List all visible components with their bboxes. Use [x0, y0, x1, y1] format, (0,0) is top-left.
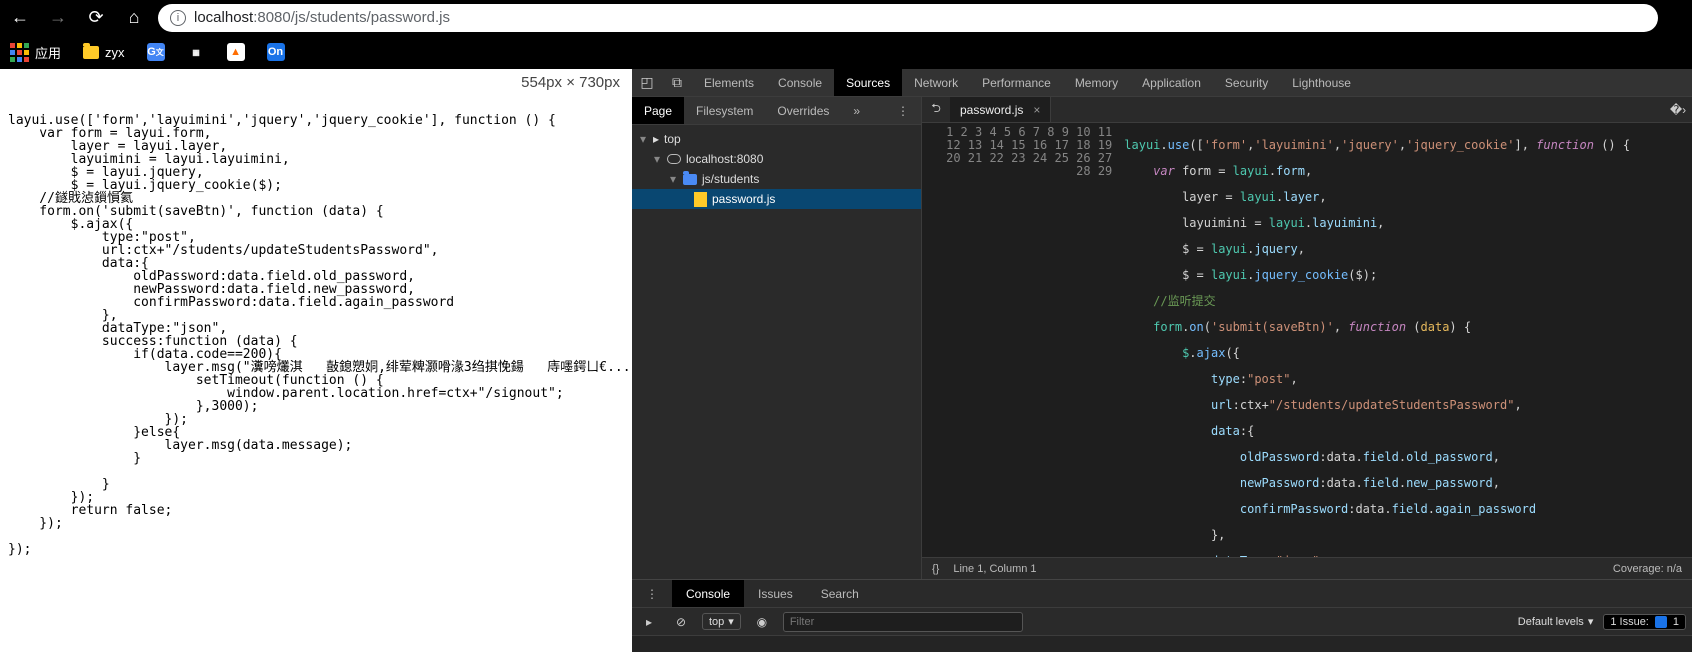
bookmarks-bar: 应用 zyx G文 ▦ ▲ On — [0, 35, 1692, 69]
issues-count: 1 — [1673, 616, 1679, 628]
apps-button[interactable]: 应用 — [10, 43, 61, 62]
devtools-tabs: ◰ ⧉ Elements Console Sources Network Per… — [632, 69, 1692, 97]
editor-tabs: ⮌ password.js × �› — [922, 97, 1692, 123]
navtab-page[interactable]: Page — [632, 97, 684, 124]
pretty-print-icon[interactable]: {} — [932, 563, 939, 575]
reload-button[interactable]: ⟳ — [82, 4, 110, 32]
editor-status-bar: {} Line 1, Column 1 Coverage: n/a — [922, 557, 1692, 579]
forward-button[interactable]: → — [44, 4, 72, 32]
js-file-icon — [694, 192, 707, 207]
live-expression-icon[interactable]: ◉ — [751, 611, 773, 633]
console-body[interactable] — [632, 636, 1692, 652]
apps-icon — [10, 43, 29, 62]
drawer-tab-search[interactable]: Search — [807, 580, 873, 607]
log-levels-selector[interactable]: Default levels▾ — [1518, 615, 1594, 628]
file-tree: ▾▸top ▾localhost:8080 ▾js/students passw… — [632, 125, 921, 579]
close-icon[interactable]: × — [1033, 103, 1040, 117]
url-text: localhost:8080/js/students/password.js — [194, 9, 450, 26]
sources-body: Page Filesystem Overrides » ⋮ ▾▸top ▾loc… — [632, 97, 1692, 579]
tree-top[interactable]: ▾▸top — [632, 129, 921, 149]
bookmark-translate[interactable]: G文 — [147, 43, 165, 61]
navtab-more[interactable]: » — [841, 97, 872, 124]
drawer-tab-console[interactable]: Console — [672, 580, 744, 607]
issues-badge[interactable]: 1 Issue: 1 — [1603, 614, 1686, 630]
page-content: 554px × 730px layui.use(['form','layuimi… — [0, 69, 632, 652]
main-row: 554px × 730px layui.use(['form','layuimi… — [0, 69, 1692, 652]
flame-icon: ▲ — [227, 43, 245, 61]
tab-memory[interactable]: Memory — [1063, 69, 1130, 96]
devtools-dimension-overlay: 554px × 730px — [521, 75, 620, 90]
editor-tab-passwordjs[interactable]: password.js × — [950, 97, 1051, 122]
bookmark-label: zyx — [105, 45, 125, 60]
address-bar[interactable]: i localhost:8080/js/students/password.js — [158, 4, 1658, 32]
tab-sources[interactable]: Sources — [834, 69, 902, 96]
tab-elements[interactable]: Elements — [692, 69, 766, 96]
bookmark-zyx[interactable]: zyx — [83, 45, 125, 60]
console-toolbar: ▸ ⊘ top▾ ◉ Default levels▾ 1 Issue: 1 — [632, 608, 1692, 636]
tab-security[interactable]: Security — [1213, 69, 1280, 96]
devtools: ◰ ⧉ Elements Console Sources Network Per… — [632, 69, 1692, 652]
site-info-icon[interactable]: i — [170, 10, 186, 26]
bookmark-qr[interactable]: ▦ — [187, 43, 205, 61]
context-selector[interactable]: top▾ — [702, 613, 741, 630]
on-icon: On — [267, 43, 285, 61]
navtab-filesystem[interactable]: Filesystem — [684, 97, 765, 124]
tree-host[interactable]: ▾localhost:8080 — [632, 149, 921, 169]
page-source-text: layui.use(['form','layuimini','jquery','… — [8, 114, 624, 556]
console-drawer: ⋮ Console Issues Search ▸ ⊘ top▾ ◉ Defau… — [632, 579, 1692, 652]
tab-console[interactable]: Console — [766, 69, 834, 96]
browser-toolbar: ← → ⟳ ⌂ i localhost:8080/js/students/pas… — [0, 0, 1692, 35]
qr-icon: ▦ — [187, 43, 205, 61]
line-gutter: 1 2 3 4 5 6 7 8 9 10 11 12 13 14 15 16 1… — [922, 123, 1120, 557]
folder-icon — [83, 46, 99, 59]
drawer-kebab[interactable]: ⋮ — [632, 580, 672, 607]
translate-icon: G文 — [147, 43, 165, 61]
issue-icon — [1655, 616, 1667, 628]
sources-navigator: Page Filesystem Overrides » ⋮ ▾▸top ▾loc… — [632, 97, 922, 579]
clear-console-icon[interactable]: ⊘ — [670, 611, 692, 633]
cloud-icon — [667, 154, 681, 164]
editor-history-icon[interactable]: ⮌ — [922, 97, 950, 122]
navtab-overrides[interactable]: Overrides — [765, 97, 841, 124]
tab-lighthouse[interactable]: Lighthouse — [1280, 69, 1363, 96]
bookmark-flame[interactable]: ▲ — [227, 43, 245, 61]
drawer-tabs: ⋮ Console Issues Search — [632, 580, 1692, 608]
drawer-tab-issues[interactable]: Issues — [744, 580, 807, 607]
device-icon[interactable]: ⧉ — [662, 69, 692, 96]
apps-label: 应用 — [35, 43, 61, 62]
console-sidebar-icon[interactable]: ▸ — [638, 611, 660, 633]
home-button[interactable]: ⌂ — [120, 4, 148, 32]
inspect-icon[interactable]: ◰ — [632, 69, 662, 96]
folder-icon — [683, 174, 697, 185]
issues-label: 1 Issue: — [1610, 616, 1649, 628]
code-area[interactable]: 1 2 3 4 5 6 7 8 9 10 11 12 13 14 15 16 1… — [922, 123, 1692, 557]
coverage-status: Coverage: n/a — [1613, 563, 1682, 575]
tree-folder[interactable]: ▾js/students — [632, 169, 921, 189]
sources-editor: ⮌ password.js × �› 1 2 3 4 5 6 7 8 9 10 … — [922, 97, 1692, 579]
tab-application[interactable]: Application — [1130, 69, 1213, 96]
bookmark-on[interactable]: On — [267, 43, 285, 61]
tree-file-passwordjs[interactable]: password.js — [632, 189, 921, 209]
editor-tab-label: password.js — [960, 103, 1023, 117]
editor-expand-icon[interactable]: �› — [1664, 97, 1692, 122]
cursor-position: Line 1, Column 1 — [953, 563, 1036, 575]
navigator-tabs: Page Filesystem Overrides » ⋮ — [632, 97, 921, 125]
tab-network[interactable]: Network — [902, 69, 970, 96]
navtab-kebab[interactable]: ⋮ — [885, 97, 921, 124]
tab-performance[interactable]: Performance — [970, 69, 1063, 96]
console-filter-input[interactable] — [783, 612, 1023, 632]
code-lines: layui.use(['form','layuimini','jquery','… — [1120, 123, 1692, 557]
back-button[interactable]: ← — [6, 4, 34, 32]
